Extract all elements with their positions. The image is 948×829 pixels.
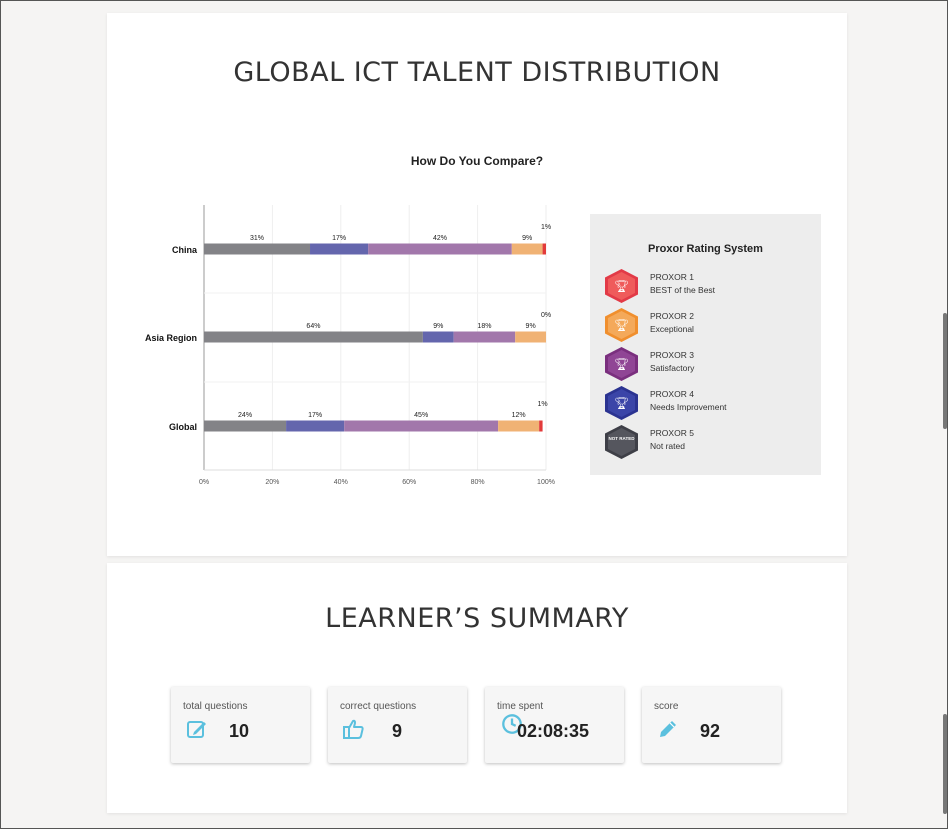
x-tick-label: 40% xyxy=(334,479,348,486)
trophy-icon: 🏆︎ xyxy=(608,272,635,300)
legend-item-proxor-4: 🏆︎ PROXOR 4 Needs Improvement xyxy=(605,386,815,422)
bar-segment xyxy=(204,243,311,255)
category-label: Global xyxy=(169,422,197,432)
data-label: 17% xyxy=(332,235,346,242)
bar-segment xyxy=(368,243,512,255)
thumbs-up-icon xyxy=(342,717,366,741)
proxor-1-badge: 🏆︎ xyxy=(605,269,638,303)
x-tick-label: 0% xyxy=(199,479,209,486)
data-label: 1% xyxy=(538,401,548,408)
stat-correct-questions: correct questions 9 xyxy=(328,687,467,763)
x-tick-label: 20% xyxy=(265,479,279,486)
data-label: 12% xyxy=(512,412,526,419)
data-label: 45% xyxy=(414,412,428,419)
bar-segment xyxy=(204,420,287,432)
x-tick-label: 60% xyxy=(402,479,416,486)
stat-label: total questions xyxy=(183,701,248,712)
data-label: 31% xyxy=(250,235,264,242)
bar-segment xyxy=(344,420,499,432)
legend-item-name: PROXOR 3 xyxy=(650,350,694,360)
talent-distribution-card: GLOBAL ICT TALENT DISTRIBUTION How Do Yo… xyxy=(107,13,847,556)
bar-segment xyxy=(453,331,516,343)
chart-title: How Do You Compare? xyxy=(411,154,543,168)
category-label: Asia Region xyxy=(145,333,197,343)
x-tick-label: 80% xyxy=(471,479,485,486)
proxor-5-badge: NOT RATED xyxy=(605,425,638,459)
category-label: China xyxy=(172,245,198,255)
legend-item-proxor-5: NOT RATED PROXOR 5 Not rated xyxy=(605,425,815,461)
legend-item-desc: Exceptional xyxy=(650,324,694,334)
trophy-icon: 🏆︎ xyxy=(608,311,635,339)
legend-item-name: PROXOR 5 xyxy=(650,428,694,438)
legend-item-proxor-1: 🏆︎ PROXOR 1 BEST of the Best xyxy=(605,269,815,305)
data-label: 1% xyxy=(541,224,551,231)
legend-item-proxor-2: 🏆︎ PROXOR 2 Exceptional xyxy=(605,308,815,344)
stat-value: 92 xyxy=(700,721,721,741)
stat-score: score 92 xyxy=(642,687,781,763)
legend-item-name: PROXOR 1 xyxy=(650,272,694,282)
rating-legend: Proxor Rating System 🏆︎ PROXOR 1 BEST of… xyxy=(590,214,821,475)
legend-title: Proxor Rating System xyxy=(648,243,763,255)
legend-item-desc: Not rated xyxy=(650,441,685,451)
not-rated-badge-text: NOT RATED xyxy=(608,428,635,456)
legend-item-proxor-3: 🏆︎ PROXOR 3 Satisfactory xyxy=(605,347,815,383)
bar-segment xyxy=(310,243,369,255)
bar-segment xyxy=(511,243,543,255)
legend-item-name: PROXOR 2 xyxy=(650,311,694,321)
proxor-4-badge: 🏆︎ xyxy=(605,386,638,420)
bar-segment xyxy=(515,331,546,343)
scrollbar-thumb[interactable] xyxy=(943,313,947,429)
bar-segment xyxy=(498,420,540,432)
scrollbar-thumb-secondary[interactable] xyxy=(943,714,947,814)
page-frame: GLOBAL ICT TALENT DISTRIBUTION How Do Yo… xyxy=(0,0,948,829)
bar-segment xyxy=(542,243,546,255)
stat-label: correct questions xyxy=(340,701,417,712)
legend-item-desc: Needs Improvement xyxy=(650,402,727,412)
proxor-3-badge: 🏆︎ xyxy=(605,347,638,381)
data-label: 0% xyxy=(541,312,551,319)
stat-label: time spent xyxy=(497,701,544,712)
data-label: 42% xyxy=(433,235,447,242)
stat-value: 02:08:35 xyxy=(517,721,590,741)
data-label: 18% xyxy=(477,323,491,330)
legend-item-desc: BEST of the Best xyxy=(650,285,716,295)
summary-title: LEARNER’S SUMMARY xyxy=(325,603,629,634)
bar-segment xyxy=(204,331,423,343)
data-label: 24% xyxy=(238,412,252,419)
scrollbar[interactable] xyxy=(941,1,947,828)
edit-icon xyxy=(185,717,209,741)
data-label: 9% xyxy=(526,323,536,330)
stat-value: 10 xyxy=(229,721,250,741)
data-label: 17% xyxy=(308,412,322,419)
legend-item-desc: Satisfactory xyxy=(650,363,695,373)
data-label: 9% xyxy=(433,323,443,330)
pencil-icon xyxy=(656,717,680,741)
data-label: 9% xyxy=(522,235,532,242)
bar-segment xyxy=(539,420,543,432)
trophy-icon: 🏆︎ xyxy=(608,350,635,378)
stat-total-questions: total questions 10 xyxy=(171,687,310,763)
bar-segment xyxy=(286,420,345,432)
data-label: 64% xyxy=(306,323,320,330)
x-tick-label: 100% xyxy=(537,479,555,486)
stat-time-spent: time spent 02:08:35 xyxy=(485,687,624,763)
stat-value: 9 xyxy=(392,721,403,741)
proxor-2-badge: 🏆︎ xyxy=(605,308,638,342)
bar-segment xyxy=(422,331,454,343)
legend-item-name: PROXOR 4 xyxy=(650,389,694,399)
learner-summary-card: LEARNER’S SUMMARY total questions 10 cor… xyxy=(107,563,847,813)
stat-label: score xyxy=(654,701,679,712)
trophy-icon: 🏆︎ xyxy=(608,389,635,417)
